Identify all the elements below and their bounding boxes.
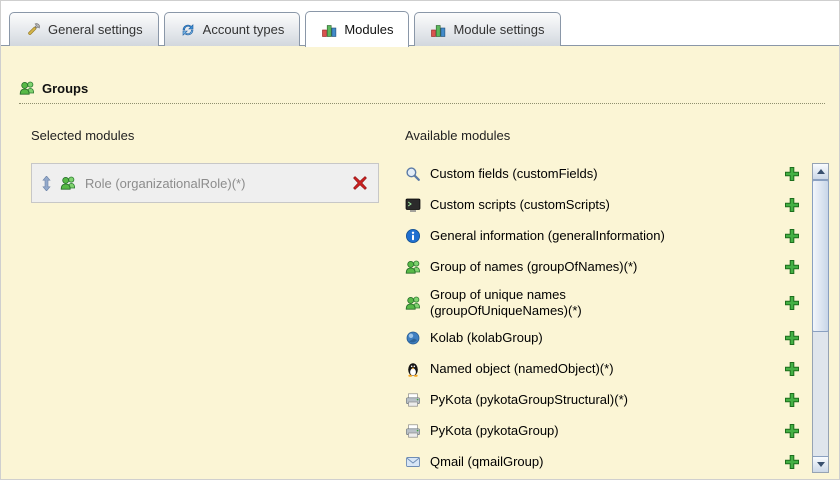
available-module-row: Custom scripts (customScripts) <box>405 194 804 216</box>
chevron-down-icon <box>816 462 825 467</box>
chevron-up-icon <box>816 169 825 174</box>
add-module-button[interactable] <box>784 259 800 275</box>
selected-modules-heading: Selected modules <box>31 128 135 143</box>
add-module-button[interactable] <box>784 295 800 311</box>
available-module-row: Qmail (qmailGroup) <box>405 451 804 473</box>
groups-section-header: Groups <box>19 80 825 104</box>
tab-label: Modules <box>344 22 394 37</box>
mail-icon <box>405 454 421 470</box>
tab-label: Module settings <box>453 22 545 37</box>
tab-modules[interactable]: Modules <box>305 11 410 47</box>
add-module-button[interactable] <box>784 330 800 346</box>
available-modules-column: Available modules Custom fields (customF… <box>405 128 829 479</box>
group-icon <box>60 175 76 191</box>
group-icon <box>405 259 421 275</box>
add-module-button[interactable] <box>784 392 800 408</box>
magnifier-icon <box>405 166 421 182</box>
available-module-row: Custom fields (customFields) <box>405 163 804 185</box>
refresh-icon <box>180 22 196 38</box>
modules-icon <box>321 22 337 38</box>
add-module-button[interactable] <box>784 166 800 182</box>
tab-account-types[interactable]: Account types <box>163 12 301 46</box>
group-icon <box>405 295 421 311</box>
available-module-label: Custom scripts (customScripts) <box>430 197 610 213</box>
tab-bar: General settings Account types Modules M… <box>9 9 831 47</box>
add-module-button[interactable] <box>784 197 800 213</box>
kolab-icon <box>405 330 421 346</box>
available-module-label: Group of unique names (groupOfUniqueName… <box>430 287 582 318</box>
lam-config-window: General settings Account types Modules M… <box>0 0 840 480</box>
tab-general-settings[interactable]: General settings <box>9 12 159 46</box>
available-module-label: PyKota (pykotaGroupStructural)(*) <box>430 392 628 408</box>
available-module-row: Named object (namedObject)(*) <box>405 358 804 380</box>
available-modules-listwrap: Custom fields (customFields) Custom scri… <box>405 163 829 479</box>
available-module-label: General information (generalInformation) <box>430 228 665 244</box>
available-modules-heading: Available modules <box>405 128 511 143</box>
printer-icon <box>405 423 421 439</box>
script-icon <box>405 197 421 213</box>
tab-label: Account types <box>202 22 285 37</box>
available-module-row: PyKota (pykotaGroup) <box>405 420 804 442</box>
available-module-row: Group of names (groupOfNames)(*) <box>405 256 804 278</box>
module-settings-icon <box>430 22 446 38</box>
available-module-label: Custom fields (customFields) <box>430 166 598 182</box>
available-module-label: Named object (namedObject)(*) <box>430 361 614 377</box>
selected-module-row[interactable]: Role (organizationalRole)(*) <box>31 163 379 203</box>
available-module-row: Kolab (kolabGroup) <box>405 327 804 349</box>
add-module-button[interactable] <box>784 228 800 244</box>
group-icon <box>19 80 35 96</box>
available-module-label: PyKota (pykotaGroup) <box>430 423 559 439</box>
modules-columns: Selected modules Role (organizationalRol… <box>31 128 829 479</box>
add-module-button[interactable] <box>784 454 800 470</box>
selected-modules-column: Selected modules Role (organizationalRol… <box>31 128 379 479</box>
available-module-label: Qmail (qmailGroup) <box>430 454 544 470</box>
add-module-button[interactable] <box>784 361 800 377</box>
available-module-label: Kolab (kolabGroup) <box>430 330 543 346</box>
wrench-icon <box>25 22 41 38</box>
scrollbar-thumb[interactable] <box>812 180 829 332</box>
section-title: Groups <box>42 80 89 96</box>
add-module-button[interactable] <box>784 423 800 439</box>
printer-icon <box>405 392 421 408</box>
tux-icon <box>405 361 421 377</box>
scroll-down-button[interactable] <box>813 456 828 472</box>
remove-module-button[interactable] <box>352 175 368 191</box>
info-icon <box>405 228 421 244</box>
scroll-up-button[interactable] <box>813 164 828 180</box>
drag-handle-icon[interactable] <box>42 175 51 191</box>
tab-module-settings[interactable]: Module settings <box>414 12 561 46</box>
selected-module-label: Role (organizationalRole)(*) <box>85 175 246 191</box>
available-modules-scrollbar <box>812 163 829 473</box>
available-modules-list: Custom fields (customFields) Custom scri… <box>405 163 812 479</box>
available-module-row: General information (generalInformation) <box>405 225 804 247</box>
scrollbar-track[interactable] <box>812 180 829 456</box>
modules-tab-content: Groups Selected modules Role (organizati… <box>1 45 839 479</box>
tab-label: General settings <box>48 22 143 37</box>
available-module-row: PyKota (pykotaGroupStructural)(*) <box>405 389 804 411</box>
available-module-label: Group of names (groupOfNames)(*) <box>430 259 638 275</box>
available-module-row: Group of unique names (groupOfUniqueName… <box>405 287 804 318</box>
